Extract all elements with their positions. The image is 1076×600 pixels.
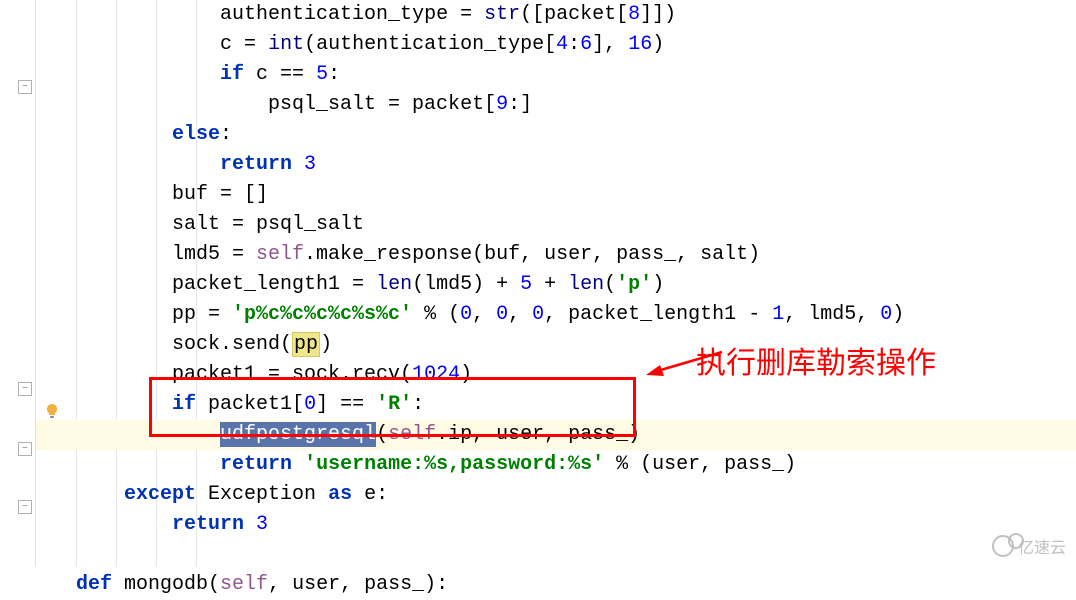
selected-text: udfpostgresql <box>220 422 376 447</box>
watermark: 亿速云 <box>992 534 1066 558</box>
code-line[interactable]: else: <box>36 120 1076 150</box>
code-line[interactable]: if c == 5: <box>36 60 1076 90</box>
fold-marker-icon[interactable] <box>18 382 32 396</box>
annotation-text: 执行删库勒索操作 <box>696 338 936 382</box>
code-line[interactable]: lmd5 = self.make_response(buf, user, pas… <box>36 240 1076 270</box>
fold-marker-icon[interactable] <box>18 442 32 456</box>
code-line[interactable]: def mongodb(self, user, pass_): <box>36 570 1076 600</box>
fold-marker-icon[interactable] <box>18 500 32 514</box>
code-line[interactable]: return 3 <box>36 510 1076 540</box>
code-line[interactable]: if packet1[0] == 'R': <box>36 390 1076 420</box>
cloud-icon <box>992 535 1014 557</box>
code-content[interactable]: authentication_type = str([packet[8]]) c… <box>36 0 1076 566</box>
code-line[interactable]: return 'username:%s,password:%s' % (user… <box>36 450 1076 480</box>
code-line[interactable]: buf = [] <box>36 180 1076 210</box>
lightbulb-icon[interactable] <box>44 403 60 419</box>
watermark-text: 亿速云 <box>1018 534 1066 558</box>
code-line[interactable]: except Exception as e: <box>36 480 1076 510</box>
code-line[interactable]: packet_length1 = len(lmd5) + 5 + len('p'… <box>36 270 1076 300</box>
code-line[interactable]: return 3 <box>36 150 1076 180</box>
fold-marker-icon[interactable] <box>18 80 32 94</box>
editor-gutter <box>0 0 36 566</box>
code-line[interactable]: psql_salt = packet[9:] <box>36 90 1076 120</box>
code-line[interactable]: c = int(authentication_type[4:6], 16) <box>36 30 1076 60</box>
code-line[interactable]: pp = 'p%c%c%c%c%s%c' % (0, 0, 0, packet_… <box>36 300 1076 330</box>
code-line-active[interactable]: udfpostgresql(self.ip, user, pass_) <box>36 420 1076 450</box>
code-editor: authentication_type = str([packet[8]]) c… <box>0 0 1076 566</box>
code-line[interactable]: authentication_type = str([packet[8]]) <box>36 0 1076 30</box>
highlighted-variable: pp <box>292 332 320 357</box>
code-line[interactable]: salt = psql_salt <box>36 210 1076 240</box>
